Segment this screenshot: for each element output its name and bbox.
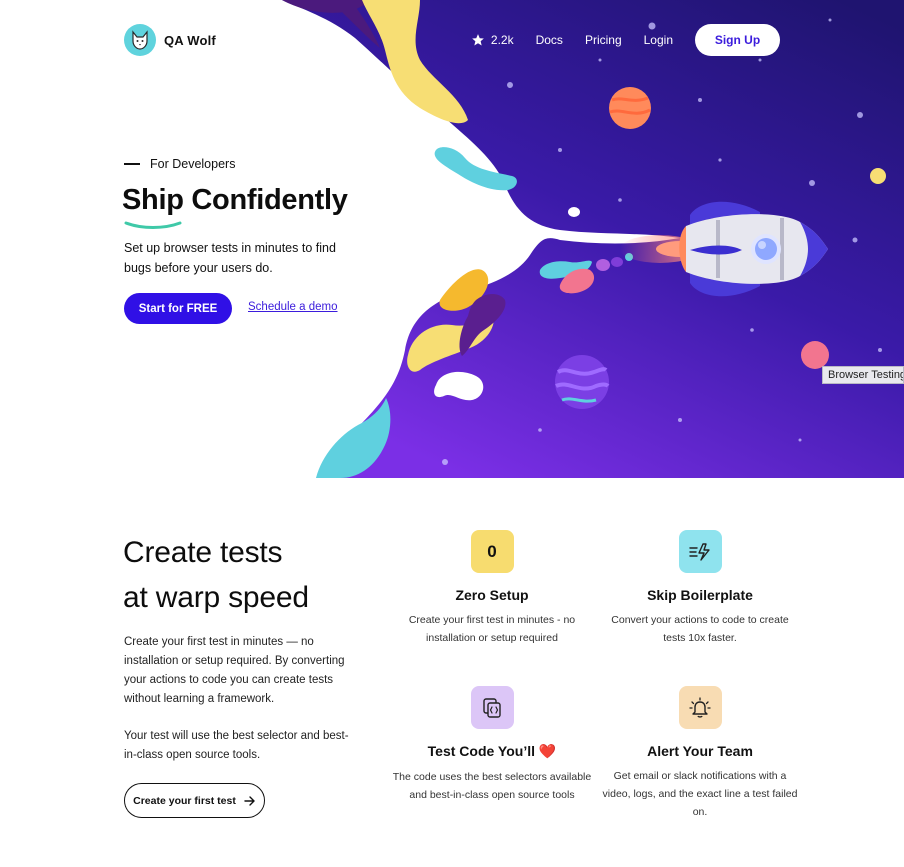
feature-text: Create your first test in minutes - no i… [408, 614, 576, 644]
create-first-test-button[interactable]: Create your first test [124, 783, 265, 818]
browser-testing-tooltip: Browser Testing [822, 366, 904, 384]
feature-text: The code uses the best selectors availab… [392, 771, 592, 801]
brand-name: QA Wolf [164, 32, 216, 48]
zero-icon-glyph: 0 [487, 541, 497, 561]
eyebrow-text: For Developers [150, 157, 236, 171]
feature-text: Convert your actions to code to create t… [611, 614, 789, 644]
feature-title: Test Code You’ll ❤️ [427, 743, 557, 759]
nav-login[interactable]: Login [644, 33, 673, 47]
github-stars-link[interactable]: 2.2k [471, 33, 514, 47]
eyebrow-dash [124, 163, 140, 165]
hero-section: QA Wolf 2.2k Docs Pricing Login Sign Up … [0, 0, 904, 478]
features-paragraph-1: Create your first test in minutes — no i… [124, 636, 345, 705]
brand-logo[interactable]: QA Wolf [124, 24, 216, 56]
feature-title: Alert Your Team [647, 743, 753, 759]
nav-pricing[interactable]: Pricing [585, 33, 622, 47]
features-paragraph-2: Your test will use the best selector and… [124, 730, 349, 761]
signup-button[interactable]: Sign Up [695, 24, 780, 56]
features-title-line-1: Create tests [123, 536, 283, 569]
feature-text: Get email or slack notifications with a … [602, 770, 798, 818]
hero-eyebrow: For Developers [124, 157, 235, 171]
zero-icon: 0 [470, 530, 514, 573]
nav-docs[interactable]: Docs [536, 33, 563, 47]
feature-card-alert-team: Alert Your Team Get email or slack notif… [600, 686, 800, 821]
features-title: Create tests at warp speed [123, 530, 309, 620]
schedule-demo-link[interactable]: Schedule a demo [248, 301, 338, 313]
stars-count: 2.2k [490, 33, 514, 47]
code-file-icon [470, 686, 514, 729]
feature-card-test-code: Test Code You’ll ❤️ The code uses the be… [392, 686, 592, 804]
feature-card-zero-setup: 0 Zero Setup Create your first test in m… [392, 530, 592, 647]
top-nav: 2.2k Docs Pricing Login Sign Up [471, 24, 780, 56]
arrow-right-icon [244, 795, 255, 806]
title-underline [124, 221, 182, 229]
hero-title: Ship Confidently [122, 184, 348, 216]
start-free-button[interactable]: Start for FREE [124, 293, 232, 324]
feature-title: Zero Setup [455, 587, 529, 603]
feature-card-skip-boilerplate: Skip Boilerplate Convert your actions to… [600, 530, 800, 647]
wolf-icon [124, 24, 156, 56]
feature-title: Skip Boilerplate [647, 587, 753, 603]
lightning-icon [678, 530, 722, 573]
hero-subtitle: Set up browser tests in minutes to find … [124, 241, 336, 275]
bell-icon [678, 686, 722, 729]
create-first-test-label: Create your first test [133, 794, 236, 807]
features-title-line-2: at warp speed [123, 581, 309, 614]
star-icon [472, 34, 484, 46]
